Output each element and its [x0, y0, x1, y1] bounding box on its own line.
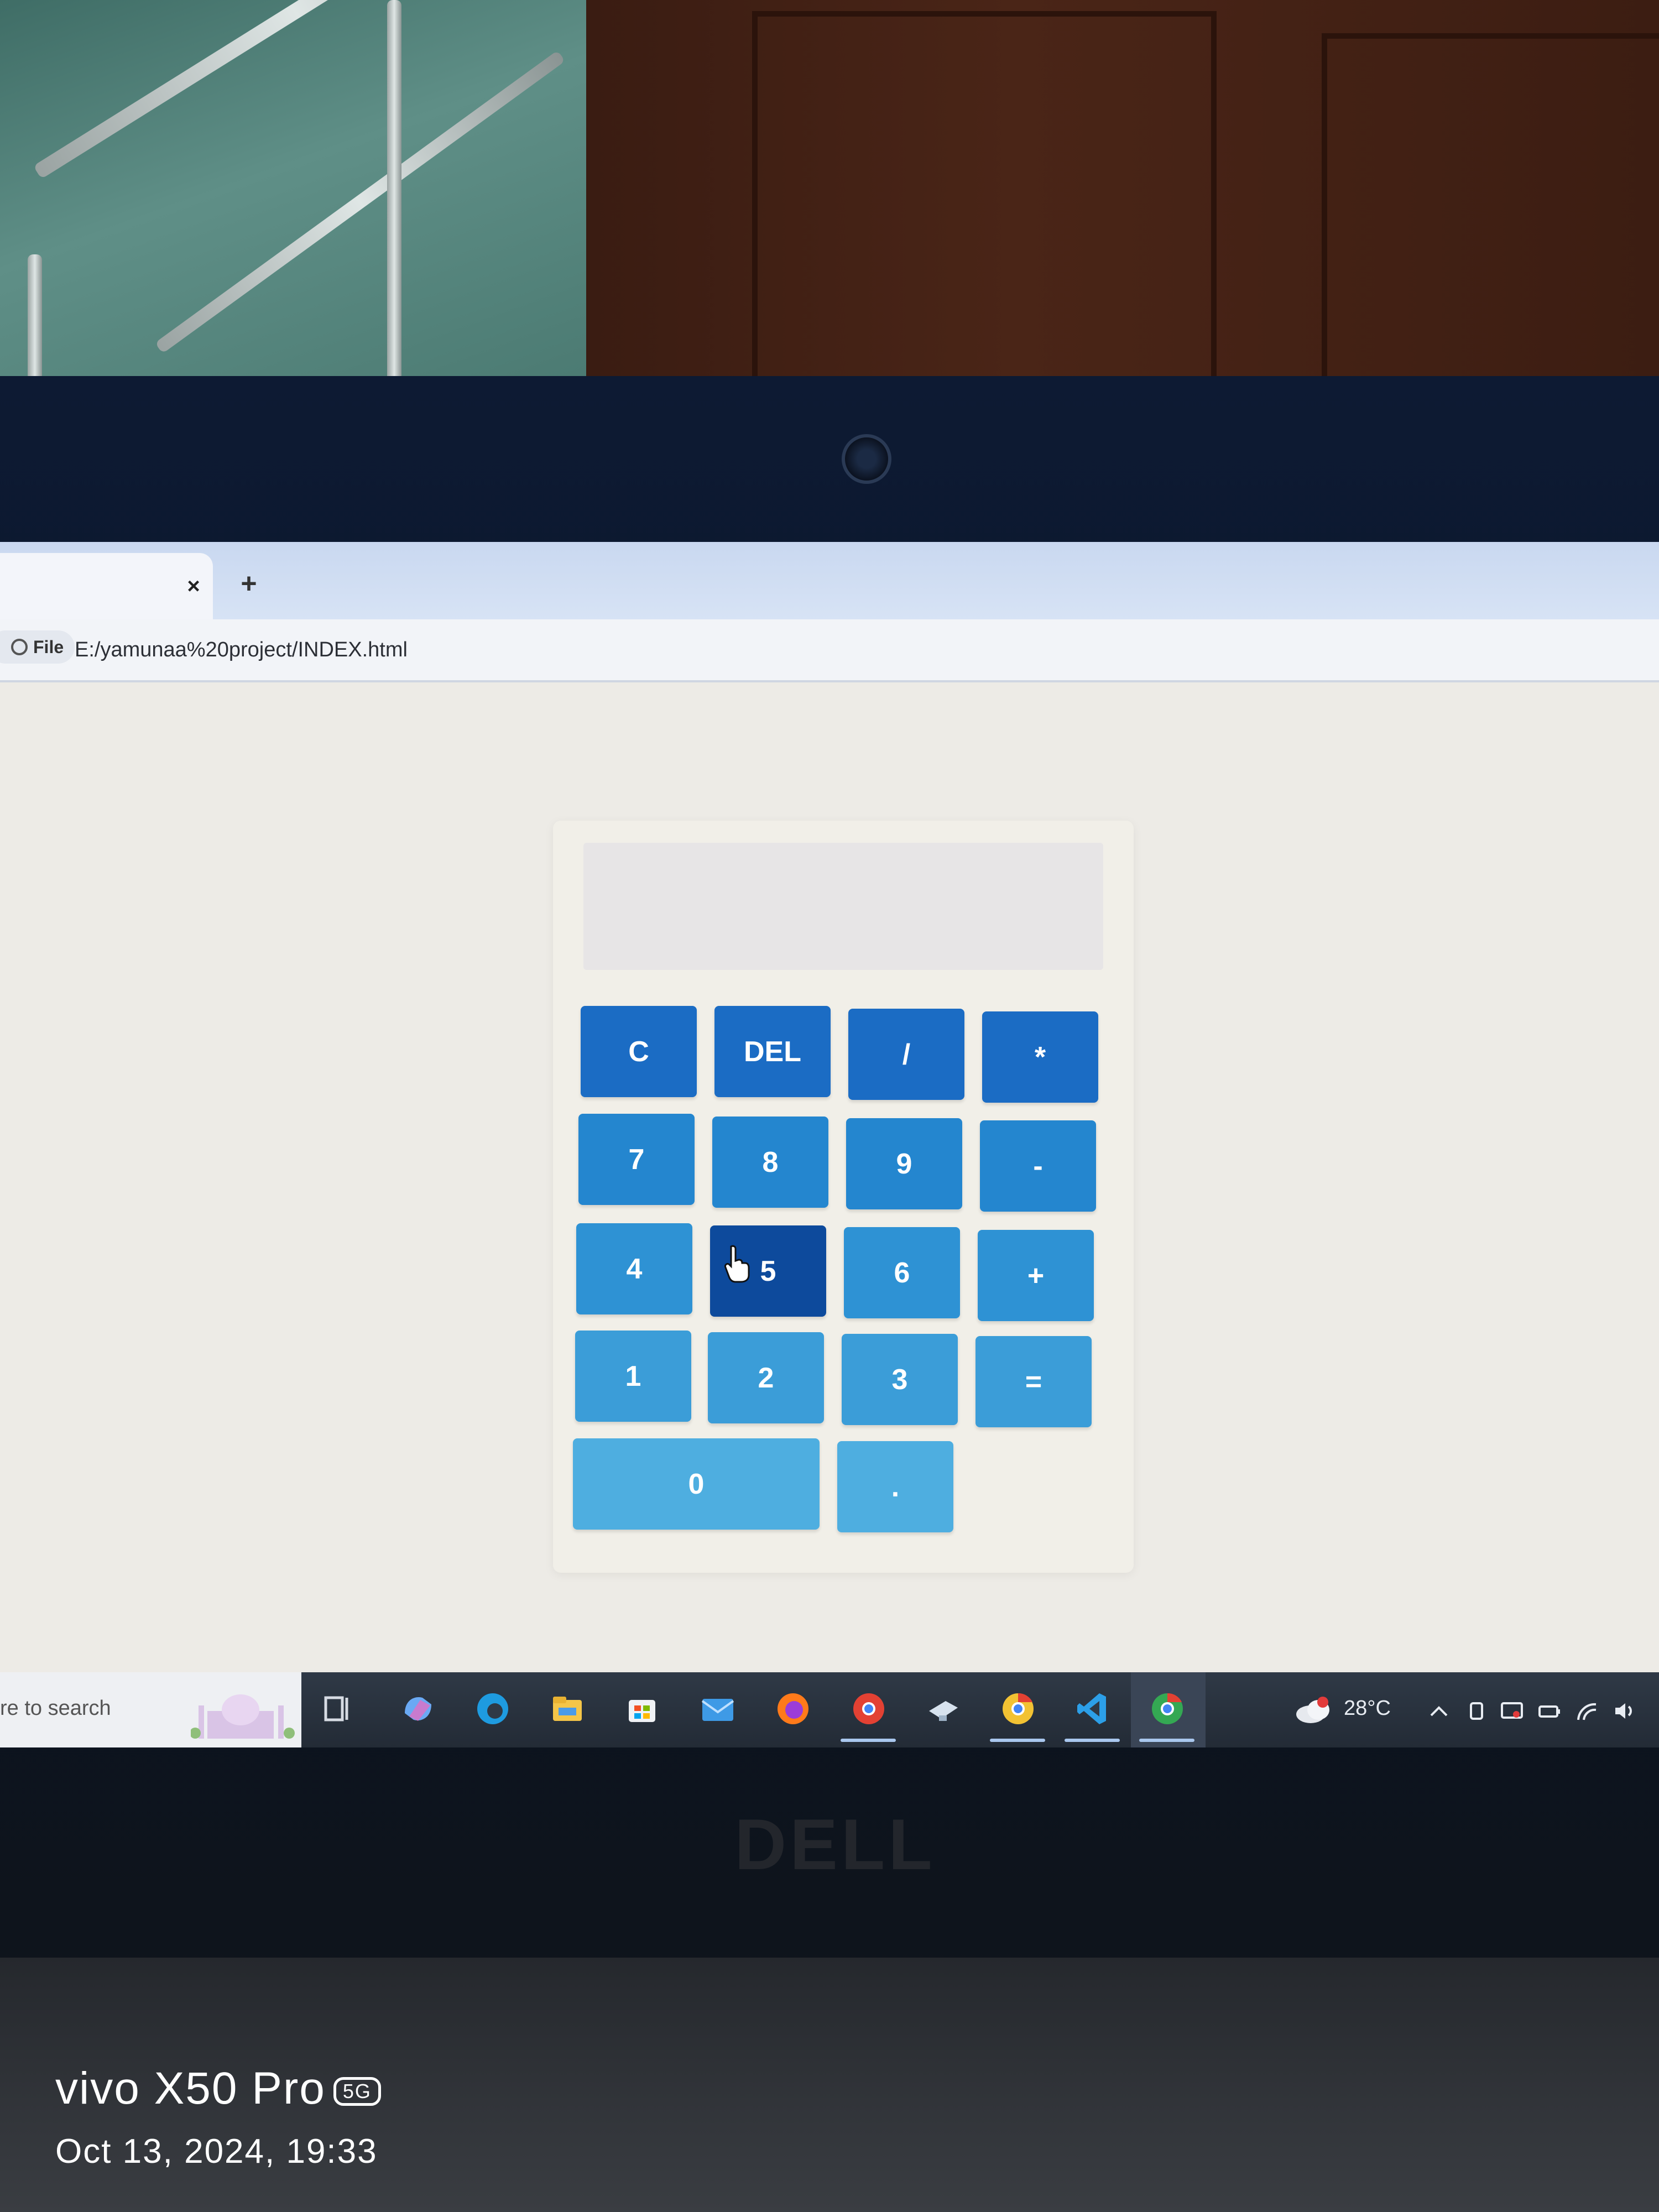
seven-button[interactable]: 7: [578, 1114, 695, 1205]
laptop-screen: × + File E:/yamunaa%20project/INDEX.html…: [0, 542, 1659, 1747]
wall: [0, 0, 586, 387]
stair-post: [28, 254, 42, 387]
add-button[interactable]: +: [978, 1230, 1094, 1321]
four-button[interactable]: 4: [576, 1223, 692, 1314]
multiply-button[interactable]: *: [982, 1011, 1098, 1103]
taskbar-search[interactable]: re to search: [0, 1672, 301, 1747]
taskbar: re to search 28°C: [0, 1672, 1659, 1747]
web-page: C DEL / * 7 8 9 - 4 5 6 + 1 2 3 = 0 .: [0, 682, 1659, 1672]
chrome-icon[interactable]: [998, 1689, 1038, 1729]
one-button[interactable]: 1: [575, 1331, 691, 1422]
door-panel: [1322, 33, 1659, 431]
browser-tab[interactable]: ×: [0, 553, 213, 619]
equals-button[interactable]: =: [975, 1336, 1092, 1427]
six-button[interactable]: 6: [844, 1227, 960, 1318]
vscode-icon[interactable]: [1073, 1689, 1113, 1729]
usb-device-icon[interactable]: [1464, 1700, 1489, 1722]
address-bar: File E:/yamunaa%20project/INDEX.html: [0, 619, 1659, 682]
zero-button[interactable]: 0: [573, 1438, 820, 1530]
chrome-active-icon[interactable]: [1147, 1689, 1187, 1729]
chevron-up-icon[interactable]: [1427, 1700, 1451, 1722]
task-view-icon[interactable]: [318, 1689, 358, 1729]
clear-button[interactable]: C: [581, 1006, 697, 1097]
camera-model-watermark: vivo X50 Pro 5G: [55, 2063, 381, 2115]
chrome-profile-icon[interactable]: [849, 1689, 889, 1729]
calculator: C DEL / * 7 8 9 - 4 5 6 + 1 2 3 = 0 .: [553, 821, 1134, 1573]
two-button[interactable]: 2: [708, 1332, 824, 1423]
remote-desktop-icon[interactable]: [924, 1689, 963, 1729]
site-info-chip[interactable]: File: [0, 630, 75, 664]
file-explorer-icon[interactable]: [547, 1689, 587, 1729]
running-indicator: [990, 1739, 1045, 1742]
weather-temperature[interactable]: 28°C: [1344, 1697, 1391, 1720]
browser-tab-strip: × +: [0, 542, 1659, 619]
volume-icon[interactable]: [1612, 1700, 1636, 1722]
file-label: File: [33, 637, 64, 657]
store-icon[interactable]: [622, 1689, 662, 1729]
firefox-icon[interactable]: [773, 1689, 813, 1729]
network-badge: 5G: [333, 2077, 381, 2106]
subtract-button[interactable]: -: [980, 1120, 1096, 1212]
url-input[interactable]: E:/yamunaa%20project/INDEX.html: [75, 636, 408, 664]
decimal-button[interactable]: .: [837, 1441, 953, 1532]
weather-cloud-icon[interactable]: [1294, 1694, 1336, 1725]
info-icon: [11, 639, 28, 655]
wooden-door: [586, 0, 1659, 431]
mail-icon[interactable]: [698, 1689, 738, 1729]
edge-icon[interactable]: [473, 1689, 513, 1729]
display-icon[interactable]: [1500, 1700, 1524, 1722]
search-highlight-icon: [191, 1694, 295, 1739]
eight-button[interactable]: 8: [712, 1117, 828, 1208]
running-indicator: [1139, 1739, 1194, 1742]
camera-timestamp: Oct 13, 2024, 19:33: [55, 2132, 378, 2171]
delete-button[interactable]: DEL: [714, 1006, 831, 1097]
copilot-icon[interactable]: [398, 1689, 438, 1729]
hand-cursor-icon: [724, 1245, 750, 1283]
nine-button[interactable]: 9: [846, 1118, 962, 1209]
door-panel: [752, 11, 1217, 409]
running-indicator: [841, 1739, 896, 1742]
new-tab-button[interactable]: +: [232, 567, 265, 600]
search-placeholder: re to search: [0, 1697, 111, 1720]
wifi-icon[interactable]: [1575, 1700, 1599, 1722]
battery-icon[interactable]: [1537, 1700, 1562, 1722]
room-background: [0, 0, 1659, 431]
three-button[interactable]: 3: [842, 1334, 958, 1425]
webcam: [842, 434, 891, 484]
divide-button[interactable]: /: [848, 1009, 964, 1100]
stair-post: [387, 0, 401, 387]
camera-model-text: vivo X50 Pro: [55, 2063, 326, 2114]
calculator-display: [583, 843, 1103, 970]
running-indicator: [1065, 1739, 1120, 1742]
tab-close-button[interactable]: ×: [177, 570, 210, 603]
laptop-brand-logo: DELL: [734, 1804, 936, 1885]
